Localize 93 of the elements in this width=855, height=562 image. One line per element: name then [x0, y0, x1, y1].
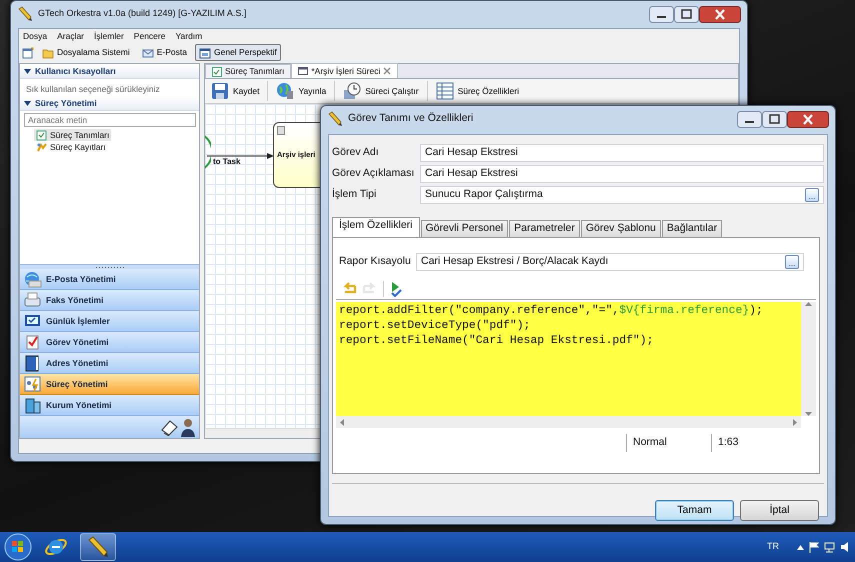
module-button[interactable]: Görev Yönetimi: [20, 332, 199, 353]
toolbar-button[interactable]: Kaydet: [209, 82, 262, 100]
envelope-icon: [142, 46, 154, 58]
folder-icon: [42, 46, 54, 58]
tab[interactable]: Parametreler: [509, 220, 580, 237]
dialog-title: Görev Tanımı ve Özellikleri: [348, 111, 474, 126]
pen-icon: [327, 111, 343, 127]
task-icon: [277, 126, 285, 135]
field-label: Görev Açıklaması: [332, 166, 416, 182]
maximize-icon[interactable]: [762, 110, 787, 128]
dialog-button[interactable]: İptal: [740, 500, 819, 521]
toolbar-button[interactable]: Dosyalama Sistemi: [38, 44, 134, 61]
scrollbar[interactable]: [801, 302, 816, 416]
document-icon: [212, 66, 222, 76]
tree-item[interactable]: Süreç Tanımları: [34, 129, 112, 141]
code-line: report.setFileName("Cari Hesap Ekstresi.pdf");: [339, 334, 654, 349]
text-field[interactable]: Cari Hesap Ekstresi: [420, 144, 824, 162]
field-label: İşlem Tipi: [332, 187, 378, 202]
field-label: Görev Adı: [332, 145, 380, 160]
browse-button[interactable]: ...: [805, 188, 819, 202]
menu-item[interactable]: Yardım: [175, 30, 202, 43]
module-button[interactable]: Kurum Yönetimi: [20, 395, 199, 416]
left-arrow-icon: [340, 418, 344, 426]
scrollbar[interactable]: [336, 416, 801, 428]
start-orb-icon[interactable]: [4, 533, 32, 561]
fax-icon: [23, 290, 42, 310]
down-arrow-icon: [805, 412, 812, 416]
status-text: 1:63: [718, 435, 738, 450]
document-icon: [36, 130, 47, 140]
tree-item[interactable]: Süreç Kayıtları: [34, 141, 108, 153]
field-label: Rapor Kısayolu: [339, 254, 412, 270]
module-button[interactable]: Süreç Yönetimi: [20, 374, 199, 395]
pen-icon: [17, 6, 33, 22]
toolbar-button[interactable]: Süreç Özellikleri: [434, 82, 521, 100]
code-editor[interactable]: report.addFilter("company.reference","=",$V{firma.reference}); report.setDeviceType("pdf"); report.setFileName("Cari Hesap Ekstresi.pdf");: [336, 302, 801, 416]
window-title: GTech Orkestra v1.0a (build 1249) [G-YAZILIM A.S.]: [38, 7, 246, 20]
module-button[interactable]: E-Posta Yönetimi: [20, 269, 199, 290]
menu-item[interactable]: İşlemler: [94, 30, 124, 43]
up-arrow-icon: [805, 302, 812, 306]
toolbar-button[interactable]: E-Posta: [138, 44, 191, 61]
window-icon: [298, 66, 308, 76]
process-icon: [36, 142, 47, 152]
module-button[interactable]: Adres Yönetimi: [20, 353, 199, 374]
tab[interactable]: İşlem Özellikleri: [332, 217, 420, 237]
globe-icon: [23, 270, 42, 288]
status-text: Normal: [633, 435, 667, 450]
menu-item[interactable]: Araçlar: [57, 30, 84, 43]
close-icon[interactable]: [699, 6, 741, 22]
search-field[interactable]: Aranacak metin: [24, 113, 196, 127]
table-icon: [436, 82, 454, 100]
flowchart-icon: [23, 374, 42, 394]
speaker-icon[interactable]: [841, 542, 851, 552]
network-icon[interactable]: [824, 542, 836, 552]
code-line: report.addFilter("company.reference","=",$V{firma.reference});: [339, 304, 763, 319]
text-field[interactable]: Sunucu Rapor Çalıştırma ...: [420, 186, 824, 204]
building-icon: [23, 396, 42, 414]
up-caret-icon[interactable]: [797, 544, 804, 550]
flag-icon[interactable]: [809, 542, 819, 552]
maximize-icon[interactable]: [674, 6, 699, 22]
hint-text: Sık kullanılan seçeneği sürükleyiniz: [25, 83, 161, 96]
pen-icon[interactable]: [86, 535, 110, 559]
edge-label: to Task: [213, 156, 240, 168]
text-field[interactable]: Cari Hesap Ekstresi / Borç/Alacak Kaydı ...: [416, 253, 804, 271]
toolbar-button[interactable]: Yayınla: [274, 82, 328, 100]
section-header[interactable]: Kullanıcı Kısayolları: [20, 64, 199, 79]
language-indicator[interactable]: TR: [767, 540, 779, 554]
tab[interactable]: Görev Şablonu: [580, 220, 661, 237]
code-line: report.setDeviceType("pdf");: [339, 319, 530, 334]
editor-tab[interactable]: Süreç Tanımları: [205, 64, 292, 78]
minimize-icon[interactable]: [649, 6, 674, 22]
clock-icon: [343, 82, 362, 100]
tab[interactable]: Görevli Personel: [420, 220, 508, 237]
module-button[interactable]: Günlük İşlemler: [20, 311, 199, 332]
right-arrow-icon: [793, 418, 797, 426]
section-header[interactable]: Süreç Yönetimi: [20, 96, 199, 111]
toolbar-button[interactable]: Süreci Çalıştır: [341, 82, 421, 100]
splitter-handle-icon[interactable]: [94, 266, 124, 268]
menu-item[interactable]: Dosya: [23, 30, 48, 43]
editor-tab[interactable]: *Arşiv İşleri Süreci: [291, 63, 398, 78]
close-icon[interactable]: [787, 110, 829, 128]
new-window-icon[interactable]: [22, 46, 34, 58]
globe-icon: [276, 82, 294, 100]
browse-button[interactable]: ...: [785, 255, 799, 269]
arrow: [207, 152, 275, 160]
menu-item[interactable]: Pencere: [134, 30, 166, 43]
dialog-button[interactable]: Tamam: [655, 500, 734, 521]
text-field[interactable]: Cari Hesap Ekstresi: [420, 165, 824, 183]
person-icon[interactable]: [180, 417, 196, 437]
tab[interactable]: Bağlantılar: [662, 220, 722, 237]
toolbar-button[interactable]: Genel Perspektif: [195, 44, 281, 61]
module-button[interactable]: Faks Yönetimi: [20, 290, 199, 311]
window-icon: [199, 46, 211, 58]
minimize-icon[interactable]: [737, 110, 762, 128]
